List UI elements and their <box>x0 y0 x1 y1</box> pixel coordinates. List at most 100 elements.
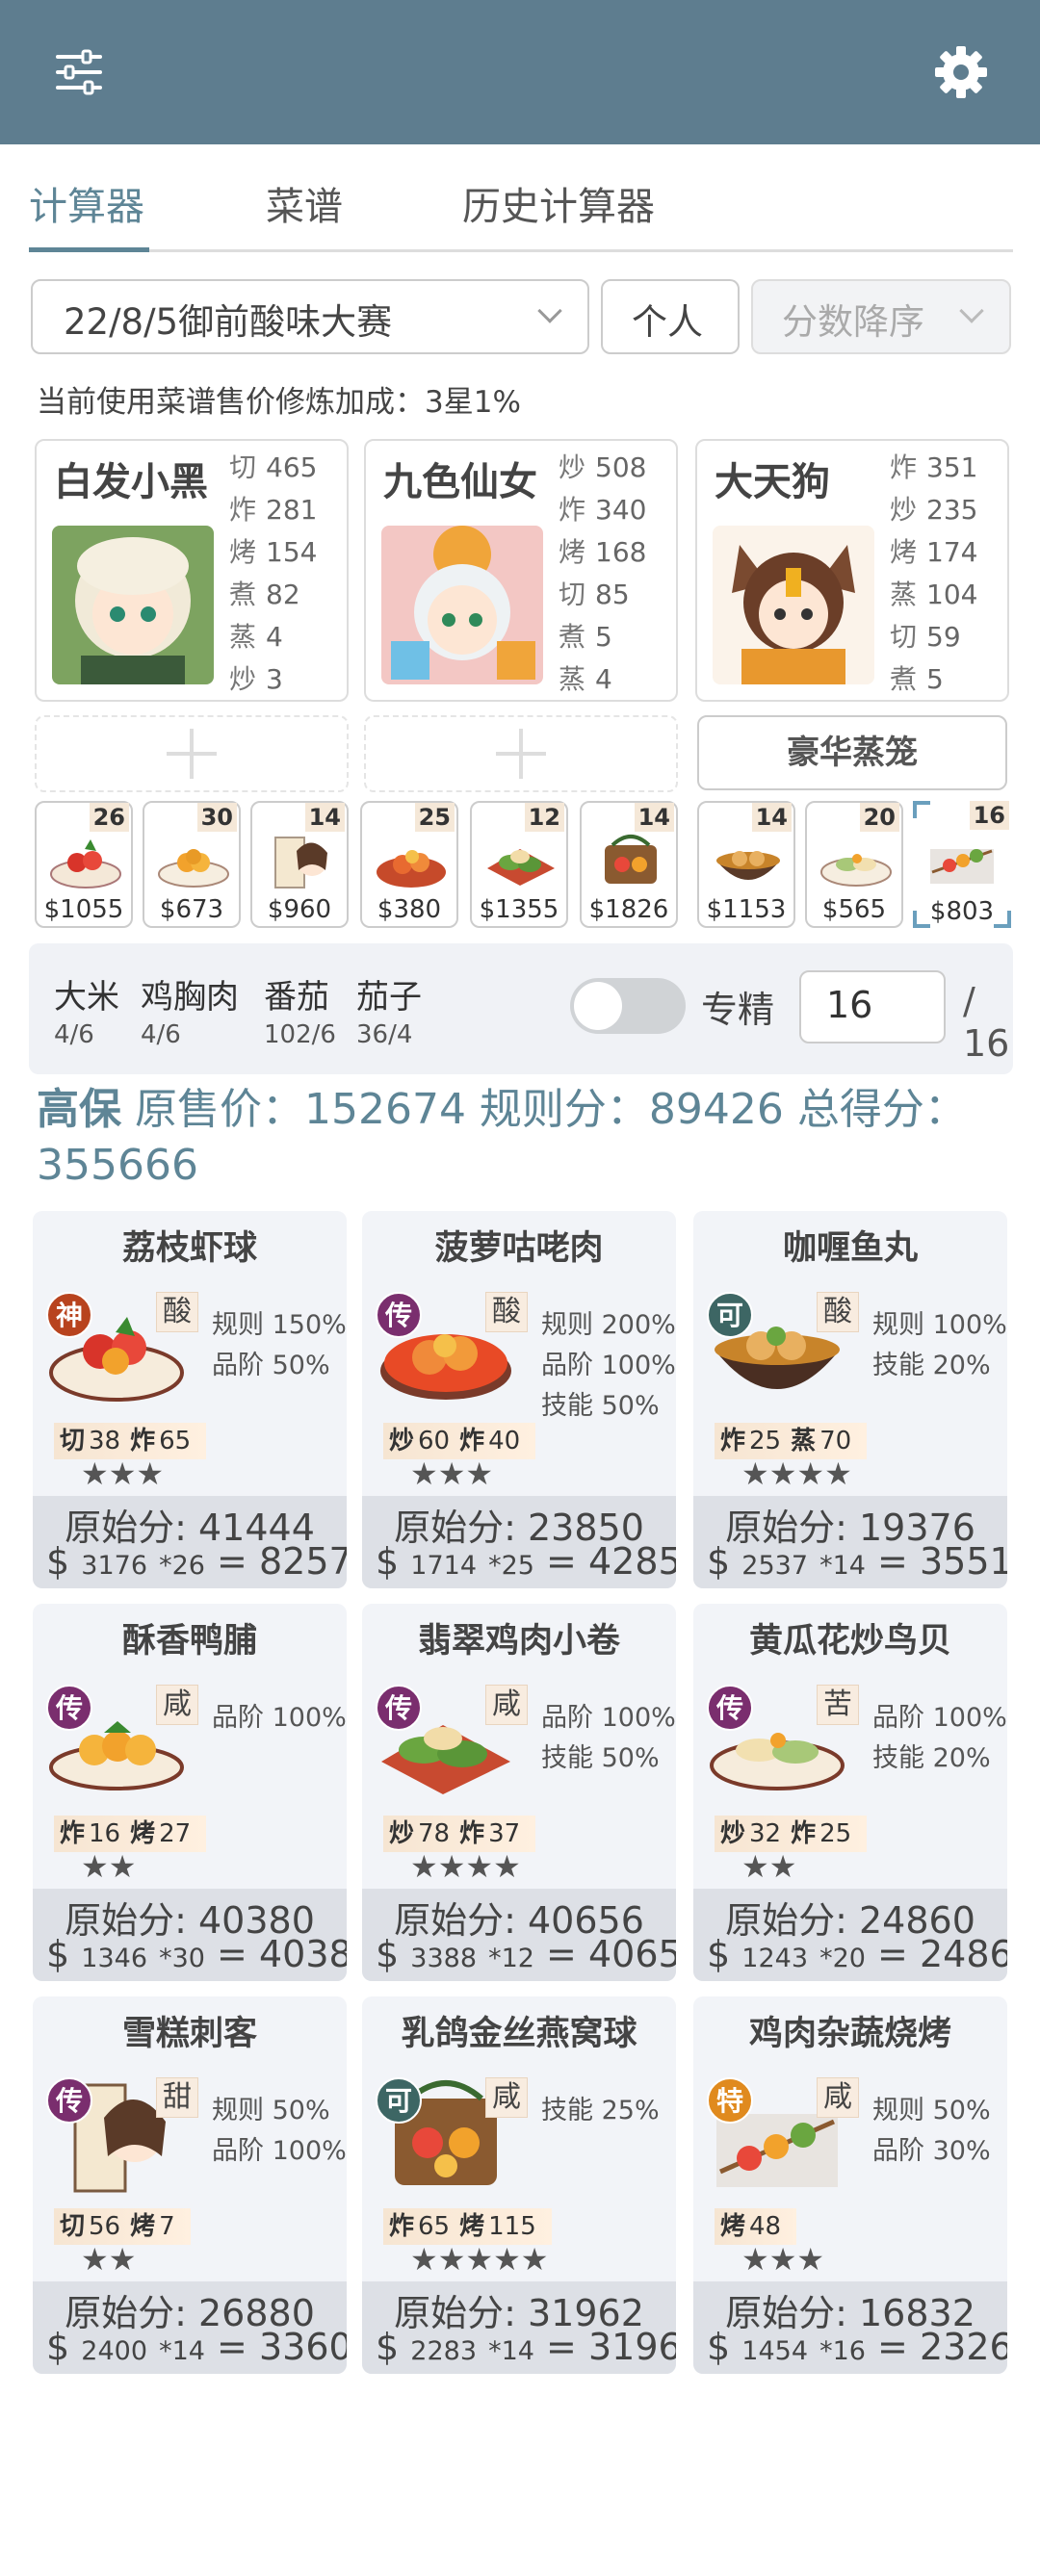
add-equipment-slot[interactable] <box>35 715 349 792</box>
add-equipment-slot[interactable] <box>364 715 678 792</box>
bonus-line: 品阶 100% <box>212 1703 347 1733</box>
score-area: 原始分: 40656$ 3388 *12 = 40656 <box>362 1889 676 1981</box>
dish-image <box>158 849 229 888</box>
unit-price: 3388 <box>410 1944 477 1973</box>
currency-symbol: $ <box>46 1540 70 1583</box>
dish-card[interactable]: 荔枝虾球神 酸规则 150% 品阶 50% 切 38 炸 65 ★★★ 原始分: 41444 $ … <box>33 1211 347 1588</box>
req-value: 78 <box>418 1819 451 1848</box>
skill-requirements: 炸 25 蒸 70 <box>715 1423 868 1459</box>
dish-card[interactable]: 翡翠鸡肉小卷传 咸品阶 100% 技能 50% 炒 78 炸 37 ★★★★ 原始分: 4065… <box>362 1604 676 1981</box>
skill-requirements: 炒 78 炸 37 <box>383 1816 536 1852</box>
chef-card[interactable]: 九色仙女 炒 508 炸 340 烤 168 切 85 煮5 蒸4 <box>364 439 678 702</box>
dish-card[interactable]: 咖喱鱼丸可 酸规则 100% 技能 20% 炸 25 蒸 70 ★★★★ 原始分: 19376 $… <box>693 1211 1007 1588</box>
ingredient-qty: 4/6 <box>54 1020 94 1049</box>
chef-card[interactable]: 大天狗 炸 351 炒 235 烤 174 蒸 104 切 59 煮5 <box>695 439 1009 702</box>
recipe-slot[interactable]: 30 $673 <box>143 801 241 928</box>
skill-requirements: 炸 65 烤 115 <box>383 2208 552 2245</box>
star-rating: ★★★ <box>410 1455 494 1492</box>
recipe-slot[interactable]: 12 $1355 <box>470 801 568 928</box>
score-area: 原始分: 40380$ 1346 *30 = 40380 <box>33 1889 347 1981</box>
dish-card[interactable]: 黄瓜花炒鸟贝传 苦品阶 100% 技能 20% 炒 32 炸 25 ★★ 原始分: 24860 $… <box>693 1604 1007 1981</box>
req-value: 115 <box>488 2212 536 2241</box>
chef-skill: 烤 174 <box>890 536 978 568</box>
skill-requirements: 炸 16 烤 27 <box>54 1816 207 1852</box>
dish-name: 荔枝虾球 <box>121 1229 257 1268</box>
total-score: = 35518 <box>877 1540 1007 1583</box>
top-app-bar <box>0 0 1040 144</box>
sort-select[interactable]: 分数降序 <box>751 279 1011 354</box>
price-calc: $ 2537 *14 = 35518 <box>707 1540 1007 1583</box>
contest-select[interactable]: 22/8/5御前酸味大赛 <box>31 279 589 354</box>
ingredient-name: 鸡胸肉 <box>141 978 239 1017</box>
tab-recipes[interactable]: 菜谱 <box>266 175 343 231</box>
equipment-button[interactable]: 豪华蒸笼 <box>697 715 1007 790</box>
recipe-slot[interactable]: 14 $960 <box>250 801 349 928</box>
dish-card[interactable]: 酥香鸭脯传 咸品阶 100% 炸 16 烤 27 ★★ 原始分: 40380 $ 1346 *3… <box>33 1604 347 1981</box>
chef-skill: 切 465 <box>229 451 318 483</box>
dish-card[interactable]: 乳鸽金丝燕窝球可 咸技能 25% 炸 65 烤 115 ★★★★★ 原始分: 31962 $ 2… <box>362 1996 676 2374</box>
tab-calculator[interactable]: 计算器 <box>29 175 144 231</box>
chef-skill: 切 85 <box>559 579 630 610</box>
dish-name: 雪糕刺客 <box>121 2015 257 2053</box>
req-skill: 炸 <box>720 1427 746 1455</box>
flavor-tag: 酸 <box>156 1292 198 1332</box>
skill-requirements: 切 38 炸 65 <box>54 1423 207 1459</box>
chef-skill: 炒3 <box>229 663 283 695</box>
recipe-price: $1055 <box>43 895 124 924</box>
req-value: 7 <box>159 2212 175 2241</box>
recipe-slot[interactable]: 25 $380 <box>360 801 458 928</box>
dish-name: 酥香鸭脯 <box>121 1622 257 1661</box>
dish-image <box>274 837 327 889</box>
currency-symbol: $ <box>46 1933 70 1975</box>
mode-button[interactable]: 个人 <box>601 279 740 354</box>
rank-badge: 传 <box>376 1685 422 1731</box>
star-rating: ★★★★★ <box>410 2241 549 2278</box>
recipe-slot[interactable]: 14 $1153 <box>697 801 795 928</box>
gear-icon[interactable] <box>932 43 990 101</box>
chef-skill: 炒 235 <box>890 494 978 526</box>
recipe-slot[interactable]: 26 $1055 <box>35 801 133 928</box>
recipe-slot[interactable]: 20 $565 <box>805 801 903 928</box>
req-value: 56 <box>89 2212 121 2241</box>
rank-badge: 传 <box>707 1685 753 1731</box>
recipe-price: $960 <box>267 895 332 924</box>
score-area: 原始分: 26880$ 2400 *14 = 33600 <box>33 2281 347 2374</box>
recipe-count: 20 <box>859 803 899 832</box>
req-value: 65 <box>159 1427 192 1455</box>
flavor-tag: 咸 <box>156 1685 198 1725</box>
dish-card[interactable]: 鸡肉杂蔬烧烤特 咸规则 50% 品阶 30% 烤 48 ★★★ 原始分: 16832 $ 14… <box>693 1996 1007 2374</box>
req-skill: 炒 <box>389 1819 415 1848</box>
bonus-line: 技能 20% <box>872 1743 991 1773</box>
dish-card[interactable]: 雪糕刺客传 甜规则 50% 品阶 100% 切 56 烤 7 ★★ 原始分: 26880 $ 24… <box>33 1996 347 2374</box>
specialize-level-input[interactable]: 16 <box>799 970 946 1043</box>
price-calc: $ 1714 *25 = 42850 <box>376 1540 676 1583</box>
tab-history-calculator[interactable]: 历史计算器 <box>462 175 655 231</box>
req-skill: 切 <box>60 2212 86 2241</box>
req-value: 37 <box>488 1819 521 1848</box>
recipe-count: 14 <box>751 803 792 832</box>
ingredient-name: 番茄 <box>264 978 329 1017</box>
dish-name: 黄瓜花炒鸟贝 <box>748 1622 951 1661</box>
unit-price: 1243 <box>741 1944 808 1973</box>
flavor-tag: 咸 <box>485 2077 528 2118</box>
chef-card[interactable]: 白发小黑 切 465 炸 281 烤 154 煮 82 蒸4 炒3 <box>35 439 349 702</box>
req-value: 48 <box>749 2212 782 2241</box>
price-calc: $ 1243 *20 = 24860 <box>707 1933 1007 1975</box>
recipe-slot[interactable]: 14 $1826 <box>580 801 678 928</box>
recipe-slot-selected[interactable]: 16 $803 <box>913 801 1011 928</box>
specialize-toggle[interactable] <box>570 978 686 1034</box>
sliders-icon[interactable] <box>50 43 108 101</box>
ingredient-name: 大米 <box>54 978 119 1017</box>
chef-skill: 煮5 <box>559 621 612 653</box>
recipe-price: $1153 <box>706 895 787 924</box>
recipe-price: $1355 <box>479 895 559 924</box>
recipe-price: $673 <box>159 895 224 924</box>
chevron-down-icon <box>537 298 562 323</box>
total-score: = 40656 <box>546 1933 676 1975</box>
price-calc: $ 1454 *16 = 23264 <box>707 2326 1007 2368</box>
recipe-price: $380 <box>377 895 442 924</box>
currency-symbol: $ <box>376 1933 400 1975</box>
chef-name: 九色仙女 <box>383 460 537 504</box>
dish-card[interactable]: 菠萝咕咾肉传 酸规则 200% 品阶 100% 技能 50% 炒 60 炸 40 ★★★ 原始分:… <box>362 1211 676 1588</box>
unit-price: 1454 <box>741 2336 808 2366</box>
